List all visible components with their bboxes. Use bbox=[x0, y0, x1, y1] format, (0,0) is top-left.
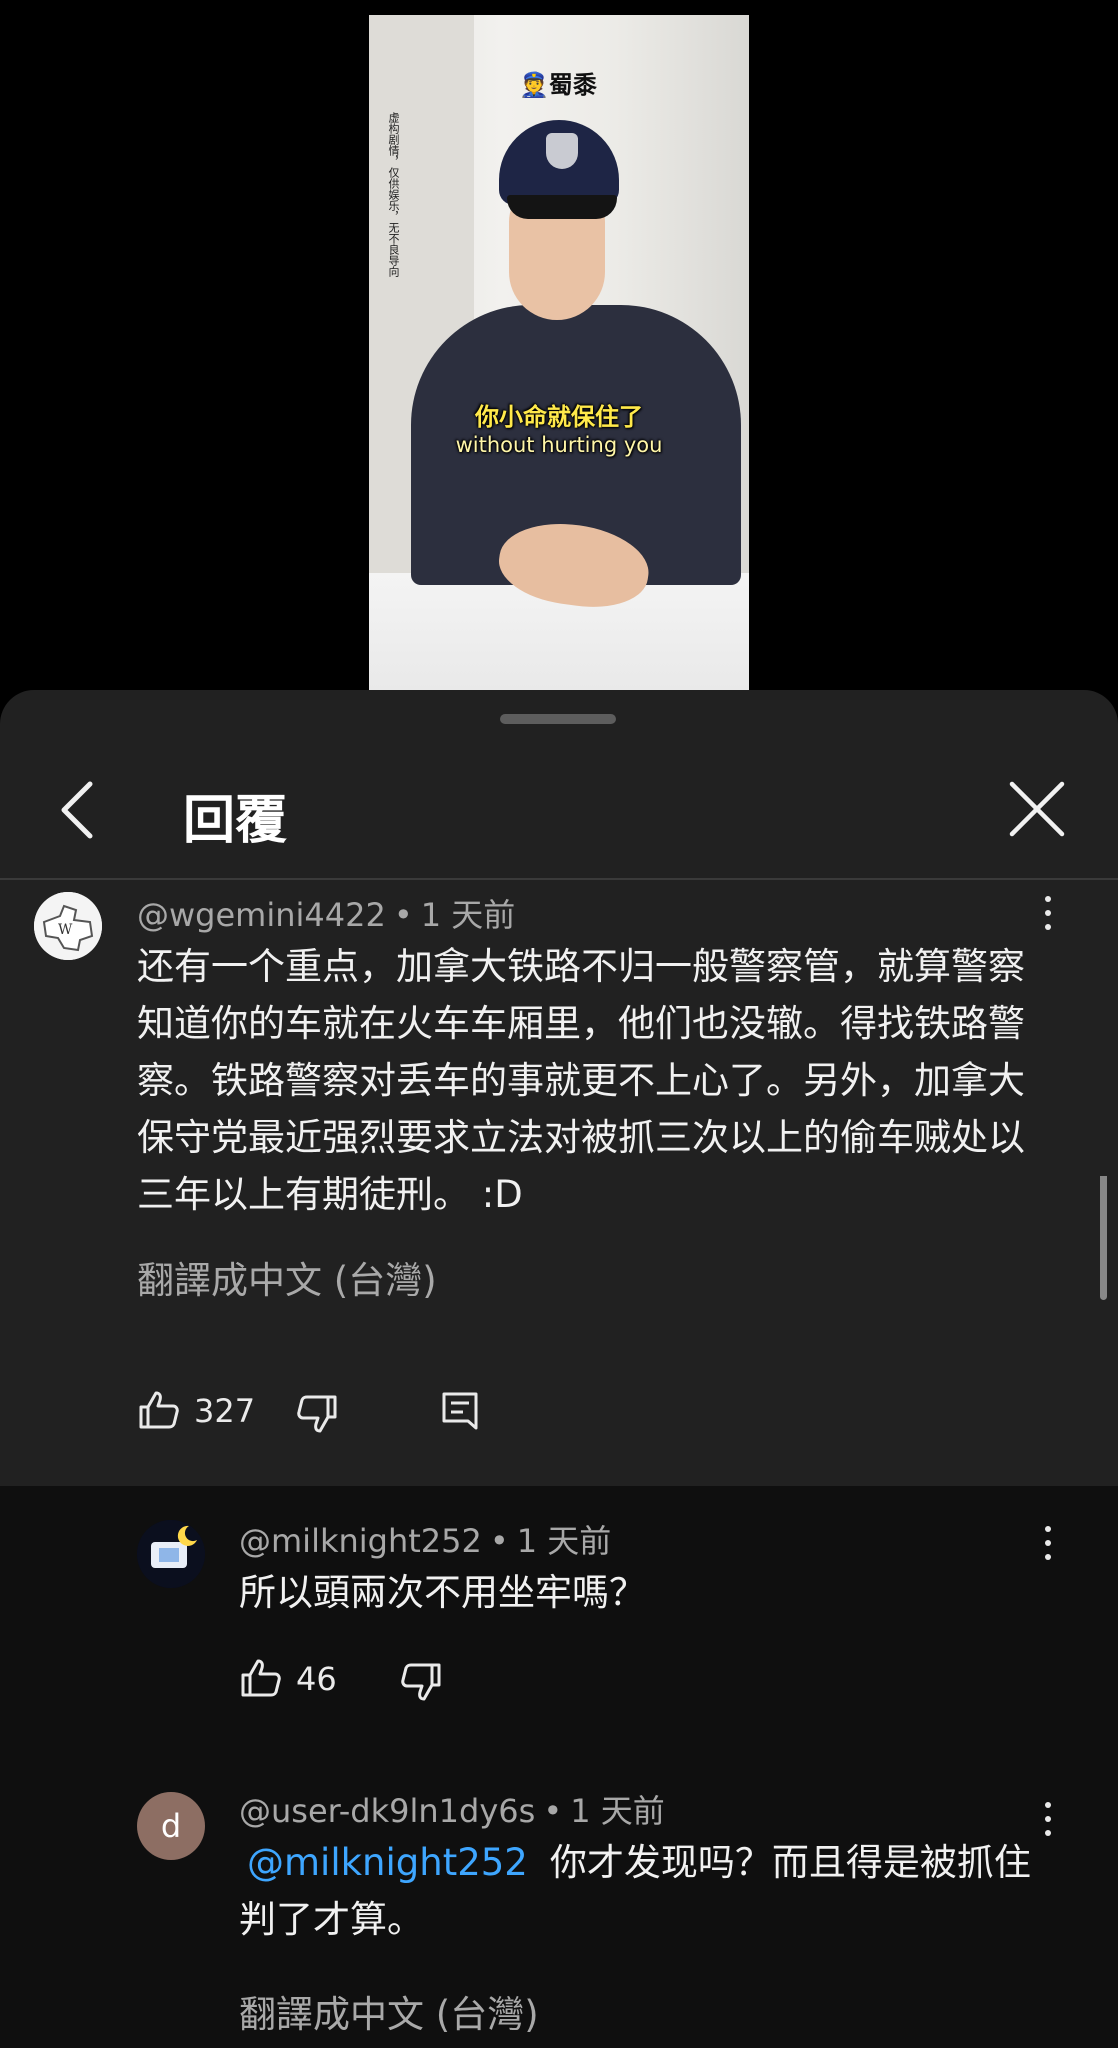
video-cap-visor bbox=[507, 195, 617, 219]
avatar[interactable]: d bbox=[137, 1792, 205, 1860]
sheet-header: 回覆 bbox=[0, 750, 1118, 870]
sheet-title: 回覆 bbox=[183, 791, 288, 851]
main-comment: W @wgemini4422 • 1 天前 还有一个重点，加拿大铁路不归一般警察管，… bbox=[0, 880, 1118, 1433]
like-count: 46 bbox=[296, 1660, 337, 1698]
close-button[interactable] bbox=[1000, 770, 1076, 850]
video-disclaimer: 虚构剧情，仅供娱乐，无不良导向 bbox=[387, 112, 400, 277]
comment-time: 1 天前 bbox=[516, 1522, 612, 1560]
replies-sheet: 回覆 W @wgemini4422 • 1 天前 还有一个重点，加拿大铁路不归一般警… bbox=[0, 690, 1118, 2048]
video-player[interactable]: 👮蜀黍 虚构剧情，仅供娱乐，无不良导向 你小命就保住了 without hurt… bbox=[369, 15, 749, 690]
dislike-button[interactable] bbox=[399, 1660, 443, 1708]
video-overlay-title: 👮蜀黍 bbox=[519, 71, 597, 99]
more-options-button[interactable] bbox=[1028, 1520, 1068, 1570]
comment-text: @milknight252 你才发现吗？而且得是被抓住判了才算。 bbox=[239, 1834, 1049, 1948]
mention-link[interactable]: @milknight252 bbox=[247, 1841, 528, 1884]
moon-avatar-icon bbox=[137, 1520, 205, 1588]
reply-list: @milknight252 • 1 天前 所以頭兩次不用坐牢嗎？ 46 d @u… bbox=[0, 1486, 1118, 2048]
close-icon bbox=[1009, 781, 1065, 837]
translate-link[interactable]: 翻譯成中文 (台灣) bbox=[239, 1984, 539, 2038]
back-button[interactable] bbox=[48, 768, 108, 852]
svg-text:W: W bbox=[58, 922, 73, 938]
comment-author[interactable]: @milknight252 bbox=[239, 1522, 482, 1560]
comment-author[interactable]: @user-dk9ln1dy6s bbox=[239, 1792, 535, 1830]
comment-text: 所以頭兩次不用坐牢嗎？ bbox=[239, 1571, 646, 1614]
thumbs-down-icon bbox=[401, 1663, 441, 1701]
reply-comment-icon bbox=[442, 1392, 478, 1430]
like-count: 327 bbox=[194, 1392, 256, 1430]
comment-actions: 46 bbox=[239, 1656, 479, 1706]
comment-author[interactable]: @wgemini4422 bbox=[137, 896, 386, 934]
reply-button[interactable] bbox=[440, 1390, 480, 1438]
comment-meta: @wgemini4422 • 1 天前 bbox=[137, 896, 516, 934]
comment-text: 还有一个重点，加拿大铁路不归一般警察管，就算警察知道你的车就在火车车厢里，他们也… bbox=[137, 945, 1025, 1216]
more-options-button[interactable] bbox=[1028, 890, 1068, 940]
thumbs-up-icon bbox=[139, 1391, 179, 1429]
subtitle-english: without hurting you bbox=[455, 433, 663, 457]
avatar[interactable]: W bbox=[34, 892, 102, 960]
comment-time: 1 天前 bbox=[420, 896, 516, 934]
drag-handle[interactable] bbox=[500, 714, 616, 724]
like-button[interactable] bbox=[137, 1388, 181, 1436]
avatar[interactable] bbox=[137, 1520, 205, 1588]
thumbs-up-icon bbox=[241, 1659, 281, 1697]
comment-time: 1 天前 bbox=[570, 1792, 665, 1830]
translate-link[interactable]: 翻譯成中文 (台灣) bbox=[137, 1250, 437, 1304]
comment-meta: @user-dk9ln1dy6s • 1 天前 bbox=[239, 1792, 665, 1830]
comment-actions: 327 bbox=[137, 1388, 497, 1438]
subtitle-chinese: 你小命就保住了 bbox=[475, 403, 643, 431]
dislike-button[interactable] bbox=[295, 1392, 339, 1440]
like-button[interactable] bbox=[239, 1656, 283, 1704]
puzzle-avatar-icon: W bbox=[34, 892, 102, 960]
chevron-left-icon bbox=[61, 781, 93, 839]
thumbs-down-icon bbox=[297, 1395, 337, 1433]
video-cap-badge bbox=[546, 133, 578, 169]
comment-meta: @milknight252 • 1 天前 bbox=[239, 1522, 612, 1560]
